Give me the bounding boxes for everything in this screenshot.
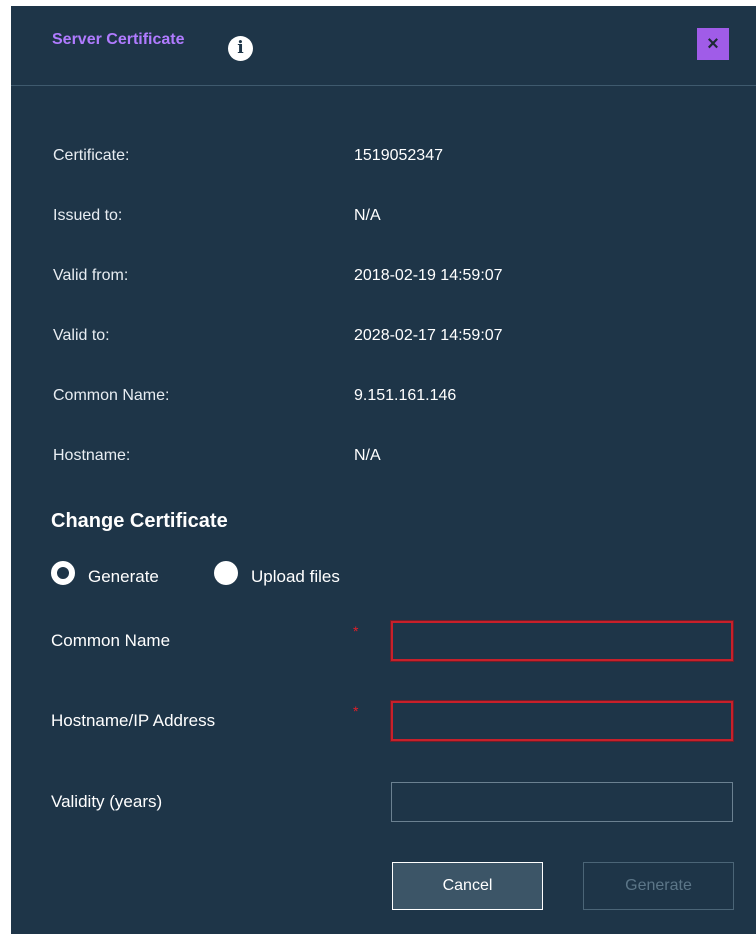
valid-to-row: Valid to: 2028-02-17 14:59:07	[11, 327, 756, 351]
required-indicator: *	[353, 703, 359, 719]
hostname-value: N/A	[354, 447, 381, 464]
validity-field-label: Validity (years)	[51, 792, 163, 811]
close-button[interactable]: ×	[697, 28, 729, 60]
issued-to-row: Issued to: N/A	[11, 207, 756, 231]
radio-selected-icon[interactable]	[51, 561, 75, 585]
cancel-button[interactable]: Cancel	[392, 862, 543, 910]
valid-from-value: 2018-02-19 14:59:07	[354, 267, 503, 284]
valid-from-label: Valid from:	[53, 267, 129, 284]
valid-from-row: Valid from: 2018-02-19 14:59:07	[11, 267, 756, 291]
common-name-field-label: Common Name	[51, 631, 171, 650]
hostname-ip-input[interactable]	[391, 701, 733, 741]
certificate-value: 1519052347	[354, 147, 443, 164]
upload-files-radio-label[interactable]: Upload files	[251, 567, 340, 587]
dialog-header: Server Certificate i ×	[11, 6, 756, 86]
common-name-label: Common Name:	[53, 387, 170, 404]
required-indicator: *	[353, 623, 359, 639]
common-name-row: Common Name: 9.151.161.146	[11, 387, 756, 411]
hostname-field-label: Hostname/IP Address	[51, 711, 216, 730]
dialog-title: Server Certificate	[52, 31, 185, 48]
validity-years-input[interactable]	[391, 782, 733, 822]
generate-button[interactable]: Generate	[583, 862, 734, 910]
hostname-row: Hostname: N/A	[11, 447, 756, 471]
server-certificate-dialog: Server Certificate i × Certificate: 1519…	[11, 6, 756, 934]
certificate-mode-radio-group: Generate Upload files	[51, 559, 451, 589]
common-name-input[interactable]	[391, 621, 733, 661]
valid-to-label: Valid to:	[53, 327, 110, 344]
generate-radio-label[interactable]: Generate	[88, 567, 159, 587]
info-icon[interactable]: i	[228, 36, 253, 61]
valid-to-value: 2028-02-17 14:59:07	[354, 327, 503, 344]
issued-to-label: Issued to:	[53, 207, 123, 224]
issued-to-value: N/A	[354, 207, 381, 224]
common-name-value: 9.151.161.146	[354, 387, 457, 404]
certificate-label: Certificate:	[53, 147, 130, 164]
certificate-row: Certificate: 1519052347	[11, 147, 756, 171]
hostname-label: Hostname:	[53, 447, 131, 464]
change-certificate-heading: Change Certificate	[51, 510, 228, 532]
radio-unselected-icon[interactable]	[214, 561, 238, 585]
